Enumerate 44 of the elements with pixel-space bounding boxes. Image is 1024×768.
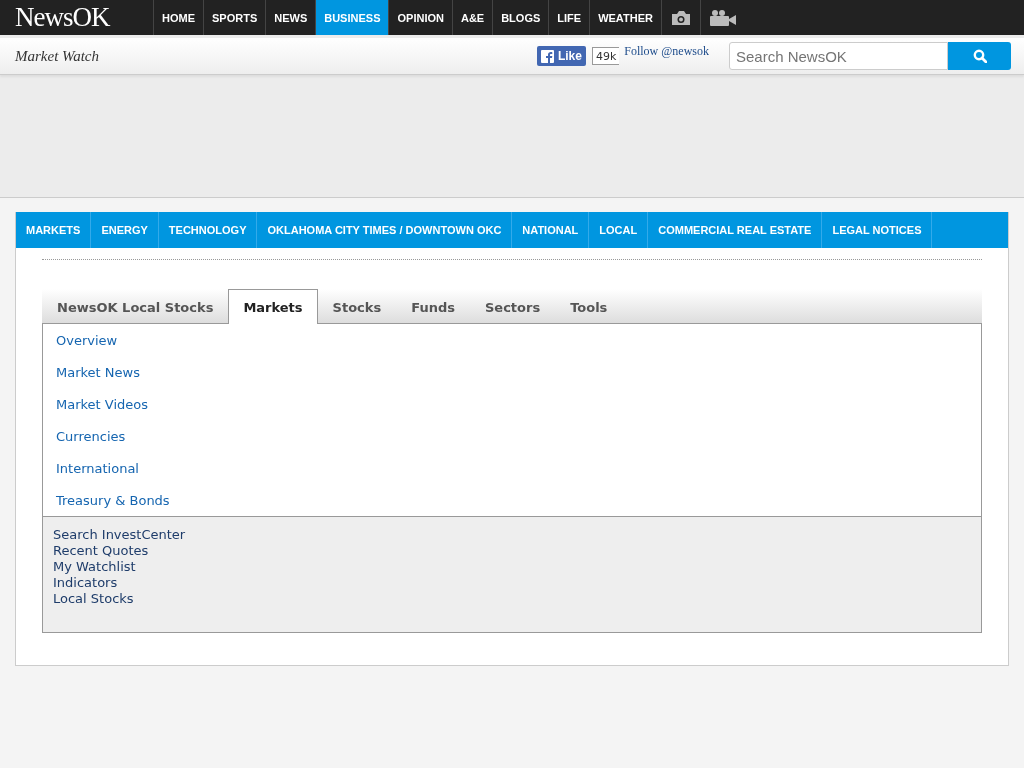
section-link[interactable]: ENERGY [91, 212, 159, 248]
section-link[interactable]: COMMERCIAL REAL ESTATE [648, 212, 823, 248]
tool-link[interactable]: My Watchlist [53, 559, 971, 575]
search-icon [972, 49, 987, 63]
follow-link[interactable]: Follow @newsok [624, 44, 709, 59]
market-link[interactable]: Currencies [56, 420, 968, 452]
market-link[interactable]: Treasury & Bonds [56, 484, 968, 516]
nav-link[interactable]: OPINION [388, 0, 452, 35]
tool-link[interactable]: Search InvestCenter [53, 527, 971, 543]
newsok-logo[interactable]: NewsOK [0, 0, 153, 36]
tab[interactable]: NewsOK Local Stocks [42, 290, 229, 324]
tool-link[interactable]: Recent Quotes [53, 543, 971, 559]
like-button[interactable]: Like [536, 46, 586, 66]
search-field[interactable]: Search NewsOK [729, 42, 948, 70]
tab[interactable]: Sectors [469, 290, 556, 324]
section-link[interactable]: TECHNOLOGY [158, 212, 258, 248]
market-link[interactable]: Overview [56, 324, 968, 356]
nav-link[interactable]: LIFE [548, 0, 590, 35]
nav-link[interactable]: A&E [451, 0, 493, 35]
camera-icon[interactable] [669, 9, 692, 26]
market-link[interactable]: Market News [56, 356, 968, 388]
tab[interactable]: Funds [396, 290, 470, 324]
facebook-icon [540, 49, 554, 63]
search-button[interactable] [948, 42, 1011, 70]
nav-link[interactable]: SPORTS [203, 0, 266, 35]
tab[interactable]: Stocks [317, 290, 397, 324]
nav-link[interactable]: WEATHER [589, 0, 661, 35]
section-link[interactable]: LOCAL [589, 212, 649, 248]
tool-link[interactable]: Local Stocks [53, 591, 971, 607]
nav-link[interactable]: BUSINESS [315, 0, 389, 35]
like-count: 49k [591, 47, 620, 65]
section-link[interactable]: OKLAHOMA CITY TIMES / DOWNTOWN OKC [257, 212, 513, 248]
market-link[interactable]: Market Videos [56, 388, 968, 420]
market-link[interactable]: International [56, 452, 968, 484]
section-link[interactable]: MARKETS [16, 212, 92, 248]
section-title: Market Watch [15, 47, 100, 65]
tab[interactable]: Tools [555, 290, 623, 324]
section-link[interactable]: NATIONAL [512, 212, 590, 248]
nav-link[interactable]: BLOGS [492, 0, 549, 35]
nav-link[interactable]: HOME [153, 0, 203, 35]
section-link[interactable]: LEGAL NOTICES [822, 212, 933, 248]
tool-link[interactable]: Indicators [53, 575, 971, 591]
tab[interactable]: Markets [228, 289, 318, 324]
video-camera-icon[interactable] [708, 8, 737, 27]
